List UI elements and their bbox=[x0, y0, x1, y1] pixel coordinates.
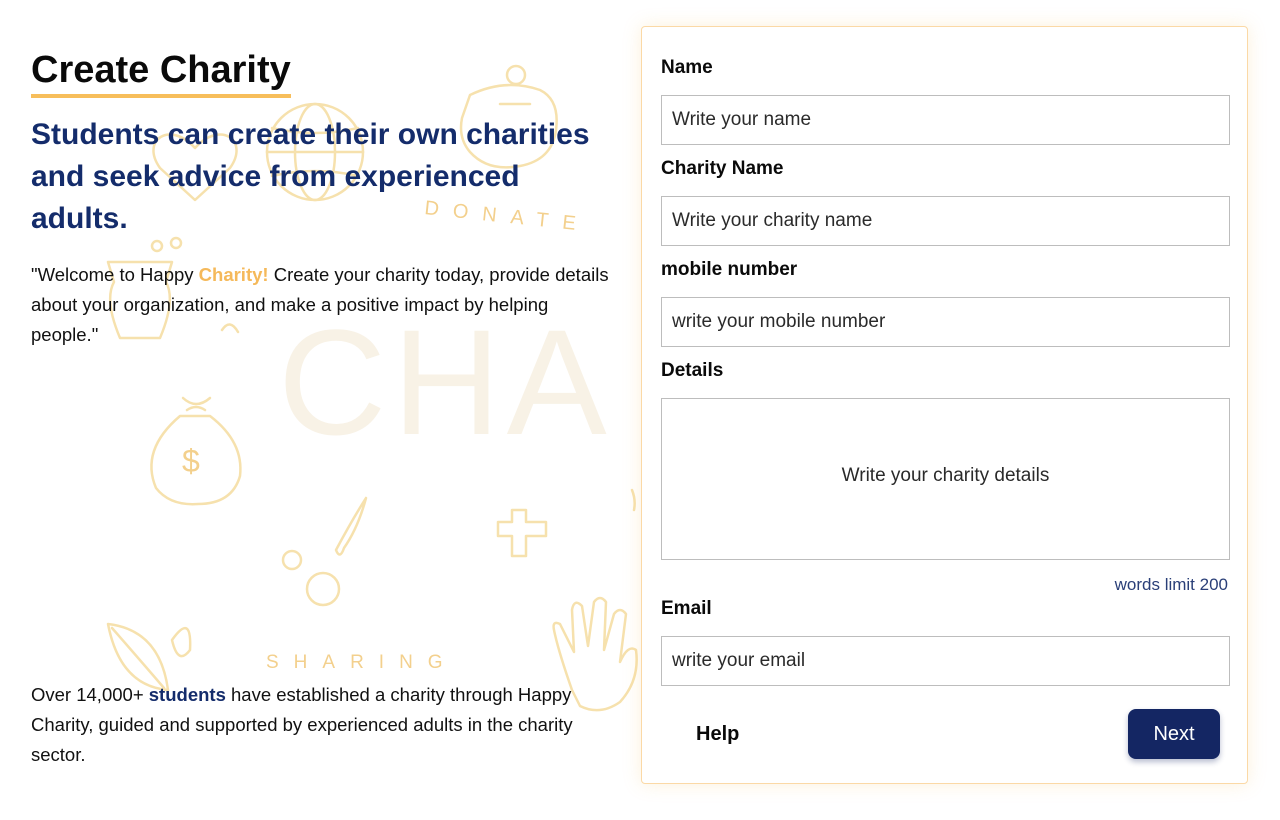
page-subtitle: Students can create their own charities … bbox=[31, 118, 590, 235]
email-label: Email bbox=[661, 598, 712, 619]
name-label: Name bbox=[661, 57, 713, 78]
plus-doodle-icon bbox=[496, 508, 548, 558]
charity-name-label: Charity Name bbox=[661, 158, 784, 179]
charity-highlight: Charity! bbox=[198, 264, 269, 285]
sharing-doodle-text: SHARING bbox=[266, 652, 458, 673]
name-input[interactable] bbox=[661, 95, 1230, 145]
stats-text-start: Over 14,000+ bbox=[31, 684, 149, 705]
dollar-doodle-text: $ bbox=[182, 443, 200, 479]
coins-doodle-icon bbox=[281, 496, 368, 607]
mobile-number-label: mobile number bbox=[661, 259, 798, 280]
email-input[interactable] bbox=[661, 636, 1230, 686]
welcome-text-start: "Welcome to Happy bbox=[31, 264, 199, 285]
words-limit-hint: words limit 200 bbox=[1114, 575, 1228, 594]
welcome-text: "Welcome to Happy Charity! Create your c… bbox=[31, 260, 611, 350]
page-title: Create Charity bbox=[31, 48, 291, 98]
money-bag-doodle-icon bbox=[150, 396, 242, 506]
charity-name-input[interactable] bbox=[661, 196, 1230, 246]
help-button[interactable]: Help bbox=[672, 709, 762, 759]
mark-doodle-icon bbox=[630, 488, 636, 512]
mobile-number-input[interactable] bbox=[661, 297, 1230, 347]
intro-section: Create Charity Students can create their… bbox=[31, 48, 611, 350]
stats-text: Over 14,000+ students have established a… bbox=[31, 680, 601, 770]
details-label: Details bbox=[661, 360, 724, 381]
details-textarea[interactable] bbox=[661, 398, 1230, 560]
students-highlight: students bbox=[148, 684, 226, 705]
next-button[interactable]: Next bbox=[1128, 709, 1220, 759]
create-charity-form: Name Charity Name mobile number Details … bbox=[641, 26, 1248, 784]
